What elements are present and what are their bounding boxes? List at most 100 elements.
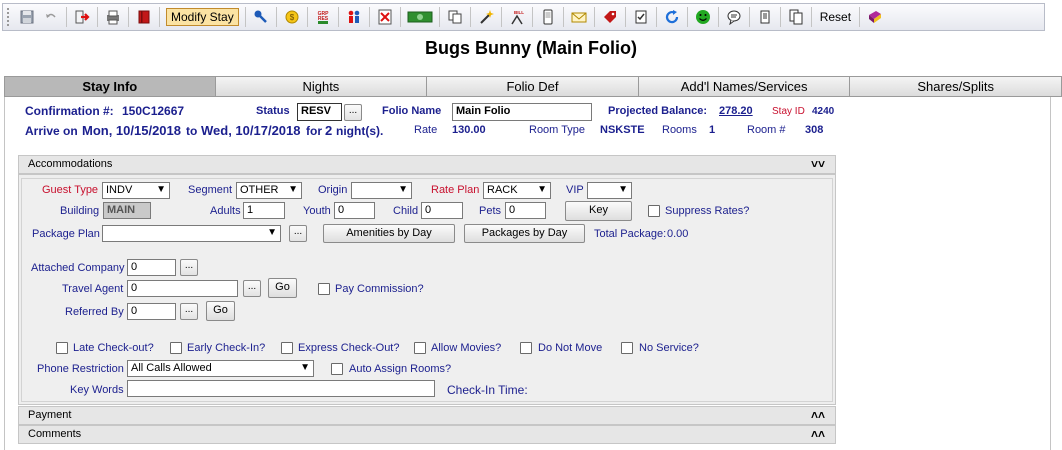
money-icon[interactable] bbox=[405, 6, 435, 28]
toolbar-separator bbox=[500, 7, 502, 27]
packages-by-day-button[interactable]: Packages by Day bbox=[464, 224, 585, 243]
express-checkout-checkbox[interactable] bbox=[281, 342, 293, 354]
late-checkout-checkbox[interactable] bbox=[56, 342, 68, 354]
mail-icon[interactable] bbox=[568, 6, 590, 28]
notes-icon[interactable] bbox=[785, 6, 807, 28]
smiley-icon[interactable] bbox=[692, 6, 714, 28]
phone-restriction-select[interactable]: All Calls Allowed ▼ bbox=[127, 360, 314, 377]
guest-type-select[interactable]: INDV ▼ bbox=[102, 182, 170, 199]
auto-assign-rooms-checkbox[interactable] bbox=[331, 363, 343, 375]
segment-select[interactable]: OTHER ▼ bbox=[236, 182, 302, 199]
no-service-checkbox[interactable] bbox=[621, 342, 633, 354]
comments-header[interactable]: Comments ˄˄ bbox=[18, 425, 836, 444]
note-icon[interactable] bbox=[754, 6, 776, 28]
cancel-icon[interactable] bbox=[374, 6, 396, 28]
attached-company-lookup-button[interactable]: ... bbox=[180, 259, 198, 276]
referred-by-go-button[interactable]: Go bbox=[206, 301, 235, 321]
toolbar-separator bbox=[686, 7, 688, 27]
toolbar-separator bbox=[593, 7, 595, 27]
tab-addl-names-services[interactable]: Add'l Names/Services bbox=[638, 76, 851, 97]
key-words-field[interactable] bbox=[127, 380, 435, 397]
refresh-icon[interactable] bbox=[661, 6, 683, 28]
status-field[interactable]: RESV bbox=[297, 103, 342, 121]
child-field[interactable]: 0 bbox=[421, 202, 463, 219]
chevron-down-icon[interactable]: ˅˅ bbox=[811, 156, 825, 173]
amenities-by-day-button[interactable]: Amenities by Day bbox=[323, 224, 455, 243]
toolbar-separator bbox=[399, 7, 401, 27]
tag-icon[interactable] bbox=[599, 6, 621, 28]
referred-by-lookup-button[interactable]: ... bbox=[180, 303, 198, 320]
attached-company-field[interactable]: 0 bbox=[127, 259, 176, 276]
adults-label: Adults bbox=[210, 205, 241, 217]
chevron-up-icon[interactable]: ˄˄ bbox=[811, 407, 825, 424]
chat-icon[interactable] bbox=[723, 6, 745, 28]
depart-date: Wed, 10/17/2018 bbox=[201, 123, 301, 138]
early-checkin-label: Early Check-In? bbox=[187, 342, 266, 354]
do-not-move-checkbox[interactable] bbox=[520, 342, 532, 354]
early-checkin-checkbox[interactable] bbox=[170, 342, 182, 354]
package-plan-select[interactable]: ▼ bbox=[102, 225, 281, 242]
pay-commission-label: Pay Commission? bbox=[335, 283, 424, 295]
key-button[interactable]: Key bbox=[565, 201, 632, 221]
rate-value: 130.00 bbox=[452, 124, 486, 136]
chevron-up-icon[interactable]: ˄˄ bbox=[811, 426, 825, 443]
express-checkout-label: Express Check-Out? bbox=[298, 342, 400, 354]
youth-field[interactable]: 0 bbox=[334, 202, 375, 219]
allow-movies-label: Allow Movies? bbox=[431, 342, 502, 354]
tab-shares-splits[interactable]: Shares/Splits bbox=[850, 76, 1062, 97]
package-plan-lookup-button[interactable]: ... bbox=[289, 225, 307, 242]
arrive-on-label: Arrive on bbox=[25, 124, 78, 138]
origin-select[interactable]: ▼ bbox=[351, 182, 412, 199]
pets-field[interactable]: 0 bbox=[505, 202, 546, 219]
youth-label: Youth bbox=[303, 205, 331, 217]
segment-label: Segment bbox=[188, 184, 233, 196]
no-service-label: No Service? bbox=[639, 342, 699, 354]
allow-movies-checkbox[interactable] bbox=[414, 342, 426, 354]
pay-commission-checkbox[interactable] bbox=[318, 283, 330, 295]
vip-select[interactable]: ▼ bbox=[587, 182, 632, 199]
bill-icon[interactable]: BILL bbox=[506, 6, 528, 28]
segment-value: OTHER bbox=[240, 184, 279, 196]
payment-header[interactable]: Payment ˄˄ bbox=[18, 406, 836, 425]
save-icon[interactable] bbox=[16, 6, 38, 28]
toolbar-grip[interactable] bbox=[7, 8, 11, 26]
people-icon[interactable] bbox=[343, 6, 365, 28]
status-lookup-button[interactable]: ... bbox=[344, 104, 362, 121]
suppress-rates-checkbox[interactable] bbox=[648, 205, 660, 217]
print-icon[interactable] bbox=[102, 6, 124, 28]
adults-field[interactable]: 1 bbox=[243, 202, 285, 219]
tab-nights[interactable]: Nights bbox=[215, 76, 428, 97]
accommodations-title: Accommodations bbox=[28, 158, 113, 170]
travel-agent-go-button[interactable]: Go bbox=[268, 278, 297, 298]
projected-balance-link[interactable]: 278.20 bbox=[719, 105, 753, 117]
folio-name-field[interactable]: Main Folio bbox=[452, 103, 592, 121]
rate-plan-select[interactable]: RACK ▼ bbox=[483, 182, 551, 199]
reset-button[interactable]: Reset bbox=[815, 7, 856, 27]
travel-agent-lookup-button[interactable]: ... bbox=[243, 280, 261, 297]
accommodations-header[interactable]: Accommodations ˅˅ bbox=[18, 155, 836, 174]
page-title: Bugs Bunny (Main Folio) bbox=[425, 38, 637, 58]
room-number-label: Room # bbox=[747, 124, 786, 136]
wrench-icon[interactable] bbox=[250, 6, 272, 28]
phone-icon[interactable] bbox=[537, 6, 559, 28]
referred-by-field[interactable]: 0 bbox=[127, 303, 176, 320]
book-icon[interactable] bbox=[133, 6, 155, 28]
tab-folio-def[interactable]: Folio Def bbox=[427, 76, 639, 97]
coins-icon[interactable]: $ bbox=[281, 6, 303, 28]
modify-stay-button[interactable]: Modify Stay bbox=[166, 8, 239, 26]
checkout-icon[interactable] bbox=[71, 6, 93, 28]
auto-assign-rooms-label: Auto Assign Rooms? bbox=[349, 363, 452, 375]
travel-agent-field[interactable]: 0 bbox=[127, 280, 238, 297]
checklist-icon[interactable] bbox=[630, 6, 652, 28]
toolbar-separator bbox=[717, 7, 719, 27]
book-purple-icon[interactable] bbox=[864, 6, 886, 28]
late-checkout-label: Late Check-out? bbox=[73, 342, 154, 354]
magic-icon[interactable] bbox=[475, 6, 497, 28]
nights-count: 2 bbox=[325, 123, 333, 138]
chevron-down-icon: ▼ bbox=[300, 362, 310, 373]
grp-res-icon[interactable]: GRP RES bbox=[312, 6, 334, 28]
copy-icon[interactable] bbox=[444, 6, 466, 28]
tab-stay-info[interactable]: Stay Info bbox=[4, 76, 216, 97]
room-type-label: Room Type bbox=[529, 124, 586, 136]
undo-icon[interactable] bbox=[40, 6, 62, 28]
